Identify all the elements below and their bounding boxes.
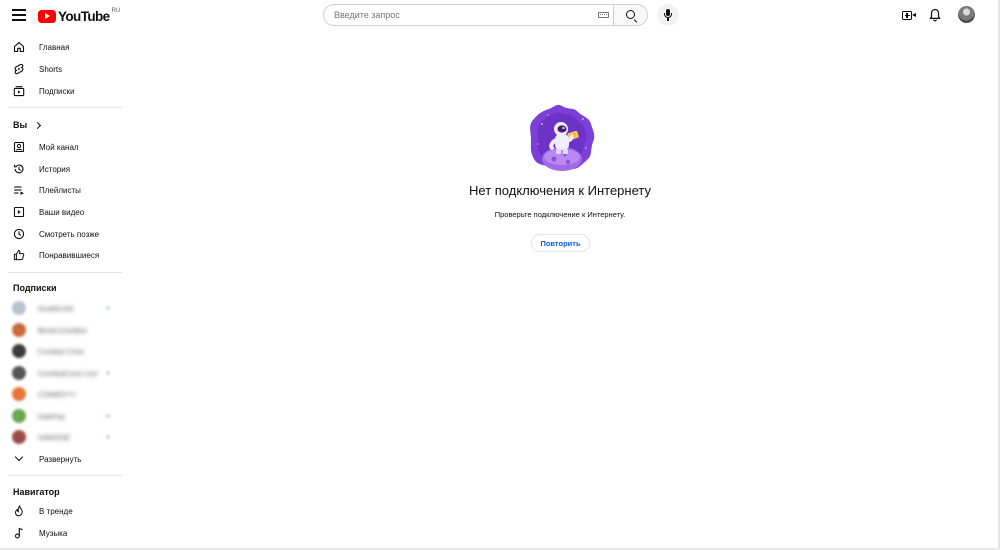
divider bbox=[8, 475, 122, 476]
subscription-channel[interactable]: DabPop bbox=[12, 409, 112, 423]
top-bar: YouTube RU bbox=[0, 0, 1000, 32]
liked-icon bbox=[13, 249, 25, 261]
create-video-icon[interactable] bbox=[902, 9, 916, 22]
channel-name: CombatCrew Live bbox=[38, 368, 98, 378]
new-content-dot bbox=[106, 435, 110, 439]
subscriptions-icon bbox=[13, 85, 25, 97]
channel-name: BestComedian bbox=[38, 325, 88, 335]
you-section-header[interactable]: Вы bbox=[13, 120, 42, 130]
offline-subtitle: Проверьте подключение к Интернету. bbox=[494, 210, 626, 219]
voice-search-button[interactable] bbox=[657, 4, 679, 26]
channel-name: Combat Crew bbox=[38, 346, 84, 356]
channel-name: DabPop bbox=[38, 411, 66, 421]
channel-icon bbox=[13, 141, 25, 153]
new-content-dot bbox=[106, 414, 110, 418]
expand-subscriptions-button[interactable]: Развернуть bbox=[4, 449, 118, 469]
watch-later-icon bbox=[13, 228, 25, 240]
menu-icon[interactable] bbox=[12, 9, 26, 21]
sidebar-item-label: Музыка bbox=[39, 528, 68, 538]
your-videos-icon bbox=[13, 206, 25, 218]
sidebar-item-trending[interactable]: В тренде bbox=[4, 501, 118, 521]
channel-avatar bbox=[12, 323, 26, 337]
offline-title: Нет подключения к Интернету bbox=[469, 183, 651, 198]
channel-avatar bbox=[12, 430, 26, 444]
playlists-icon bbox=[13, 184, 25, 196]
section-title: Подписки bbox=[13, 283, 57, 293]
sidebar-item-label: Главная bbox=[39, 42, 70, 52]
sidebar-item-music[interactable]: Музыка bbox=[4, 523, 118, 543]
history-icon bbox=[13, 163, 25, 175]
channel-name: Acadenvid bbox=[38, 303, 74, 313]
subscription-channel[interactable]: CombatCrew Live bbox=[12, 366, 112, 380]
subscription-channel[interactable]: Combat Crew bbox=[12, 344, 112, 358]
channel-name: HAWSSE bbox=[38, 432, 71, 442]
search-button[interactable] bbox=[613, 4, 648, 26]
sidebar-item-your-videos[interactable]: Ваши видео bbox=[4, 202, 118, 222]
divider bbox=[8, 107, 122, 108]
sidebar-item-label: Подписки bbox=[39, 86, 75, 96]
new-content-dot bbox=[106, 306, 110, 310]
search-input[interactable] bbox=[323, 4, 613, 26]
sidebar-item-label: Мой канал bbox=[39, 142, 79, 152]
sidebar-item-label: Ваши видео bbox=[39, 207, 85, 217]
logo-region: RU bbox=[111, 8, 121, 14]
chevron-right-icon bbox=[34, 121, 42, 129]
search-box bbox=[323, 4, 648, 26]
expand-label: Развернуть bbox=[39, 454, 82, 464]
sidebar-item-my-channel[interactable]: Мой канал bbox=[4, 137, 118, 157]
chevron-down-icon bbox=[13, 452, 25, 465]
subscription-channel[interactable]: BestComedian bbox=[12, 323, 112, 337]
account-avatar[interactable] bbox=[958, 6, 975, 23]
subscription-channel[interactable]: COMEDYY bbox=[12, 387, 112, 401]
channel-avatar bbox=[12, 387, 26, 401]
logo-text: YouTube bbox=[58, 8, 110, 24]
offline-astronaut-illustration bbox=[528, 104, 596, 172]
channel-avatar bbox=[12, 301, 26, 315]
sidebar-item-home[interactable]: Главная bbox=[4, 37, 118, 57]
sidebar-item-liked[interactable]: Понравившиеся bbox=[4, 245, 118, 265]
sidebar-item-label: Понравившиеся bbox=[39, 250, 100, 260]
music-icon bbox=[13, 527, 25, 539]
subscription-channel[interactable]: Acadenvid bbox=[12, 301, 112, 315]
sidebar-item-watch-later[interactable]: Смотреть позже bbox=[4, 224, 118, 244]
subscription-channel[interactable]: HAWSSE bbox=[12, 430, 112, 444]
sidebar-item-label: Плейлисты bbox=[39, 185, 81, 195]
sidebar-item-label: Shorts bbox=[39, 64, 63, 74]
retry-button[interactable]: Повторить bbox=[531, 234, 590, 252]
sidebar-item-history[interactable]: История bbox=[4, 159, 118, 179]
channel-name: COMEDYY bbox=[38, 389, 76, 399]
sidebar-item-label: В тренде bbox=[39, 506, 73, 516]
shorts-icon bbox=[13, 63, 25, 75]
sidebar-item-subscriptions[interactable]: Подписки bbox=[4, 81, 118, 101]
keyboard-icon[interactable] bbox=[598, 12, 609, 18]
sidebar: Главная Shorts Подписки Вы Мой канал Ист… bbox=[0, 36, 122, 550]
channel-avatar bbox=[12, 409, 26, 423]
sidebar-item-shorts[interactable]: Shorts bbox=[4, 59, 118, 79]
notifications-bell-icon[interactable] bbox=[929, 8, 941, 22]
trending-icon bbox=[13, 505, 25, 517]
new-content-dot bbox=[106, 371, 110, 375]
channel-avatar bbox=[12, 366, 26, 380]
sidebar-item-label: История bbox=[39, 164, 71, 174]
home-icon bbox=[13, 41, 25, 53]
navigator-section-header: Навигатор bbox=[13, 487, 60, 497]
sidebar-item-label: Смотреть позже bbox=[39, 229, 100, 239]
divider bbox=[8, 272, 122, 273]
sidebar-item-playlists[interactable]: Плейлисты bbox=[4, 180, 118, 200]
youtube-logo[interactable]: YouTube RU bbox=[38, 8, 120, 24]
search-icon bbox=[626, 10, 635, 19]
subscriptions-section-header: Подписки bbox=[13, 283, 57, 293]
youtube-play-icon bbox=[38, 9, 56, 23]
section-title: Навигатор bbox=[13, 487, 60, 497]
channel-avatar bbox=[12, 344, 26, 358]
section-title: Вы bbox=[13, 120, 28, 130]
